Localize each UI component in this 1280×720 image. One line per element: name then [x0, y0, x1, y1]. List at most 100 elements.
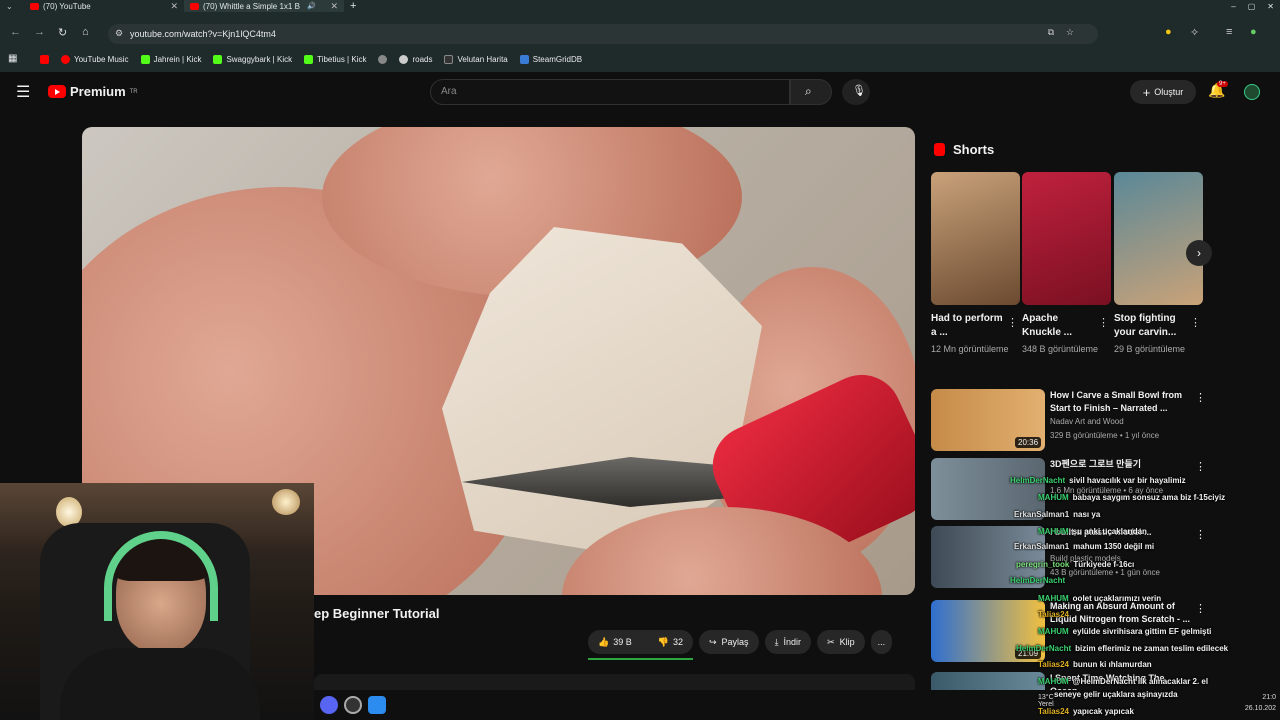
chat-text: eylülde sivrihisara gittim EF gelmişti: [1072, 627, 1212, 636]
tab-strip-spacer: [0, 12, 1280, 22]
video-title: ep Beginner Tutorial: [314, 606, 440, 621]
short-title[interactable]: Stop fighting your carvin...: [1114, 312, 1186, 340]
close-tab-icon[interactable]: ✕: [330, 1, 338, 12]
short-title[interactable]: Had to perform a ...: [931, 312, 1003, 340]
map-icon: [444, 54, 454, 64]
app-icon[interactable]: [368, 696, 386, 714]
search-button[interactable]: ⌕: [790, 79, 832, 105]
chat-username: MAHUM: [1038, 677, 1069, 686]
close-tab-icon[interactable]: ✕: [170, 1, 178, 12]
search-input[interactable]: Ara: [430, 79, 790, 105]
obs-icon[interactable]: [344, 696, 362, 714]
home-icon[interactable]: ⌂: [82, 26, 89, 38]
install-app-icon[interactable]: ⧉: [1048, 27, 1054, 38]
tab-search-button[interactable]: ⌄: [0, 0, 24, 12]
share-button[interactable]: ↪ Paylaş: [699, 630, 759, 654]
new-tab-button[interactable]: +: [344, 0, 362, 12]
minimize-window-button[interactable]: –: [1225, 0, 1241, 12]
chat-message: peregrin_took Türkiyede f-16cı: [1016, 560, 1134, 569]
site-info-icon[interactable]: ⚙: [115, 28, 123, 39]
recommended-video[interactable]: 20:36 How I Carve a Small Bowl from Star…: [931, 389, 1271, 451]
media-control-icon[interactable]: ≡: [1226, 26, 1232, 38]
bookmark-star-icon[interactable]: ☆: [1066, 27, 1074, 38]
browser-tab-video[interactable]: (70) Whittle a Simple 1x1 B 🔊 ✕: [184, 0, 344, 12]
system-clock[interactable]: 21:0 26.10.202: [1245, 692, 1276, 714]
shorts-heading: Shorts: [934, 142, 994, 157]
apps-grid-icon[interactable]: ▦: [8, 53, 17, 64]
browser-tab-strip: ⌄ (70) YouTube ✕ (70) Whittle a Simple 1…: [0, 0, 1280, 12]
youtube-premium-logo[interactable]: Premium TR: [48, 84, 138, 99]
discord-icon[interactable]: [320, 696, 338, 714]
youtube-favicon-icon: [190, 2, 199, 10]
youtube-icon: [40, 54, 49, 64]
browser-tab-youtube[interactable]: (70) YouTube ✕: [24, 0, 184, 12]
short-card[interactable]: Stop fighting your carvin... 29 B görünt…: [1114, 172, 1203, 356]
chat-message: HelmDerNacht sivil havacılık var bir haya…: [1010, 476, 1186, 485]
voice-search-button[interactable]: 🎙: [842, 79, 870, 105]
more-options-icon[interactable]: ⋮: [1190, 316, 1201, 329]
extensions-puzzle-icon[interactable]: ✧: [1190, 26, 1199, 39]
bookmark-tibetius-kick[interactable]: Tibetius | Kick: [304, 54, 366, 64]
webcam-lamp: [272, 489, 300, 515]
steamgriddb-icon: [519, 54, 529, 64]
channel-name[interactable]: Nadav Art and Wood: [1050, 417, 1124, 426]
shorts-next-button[interactable]: ›: [1186, 240, 1212, 266]
maximize-window-button[interactable]: ▢: [1242, 0, 1262, 12]
short-thumbnail[interactable]: [931, 172, 1020, 305]
chat-username: MAHUM: [1038, 493, 1069, 502]
more-options-icon[interactable]: ⋮: [1195, 391, 1206, 404]
bookmark-swaggybark-kick[interactable]: Swaggybark | Kick: [213, 54, 292, 64]
close-window-button[interactable]: ✕: [1261, 0, 1280, 12]
clip-button[interactable]: ✂ Klip: [817, 630, 865, 654]
short-thumbnail[interactable]: [1114, 172, 1203, 305]
extension-icon[interactable]: ●: [1165, 26, 1172, 38]
account-avatar[interactable]: [1244, 84, 1260, 100]
short-views: 29 B görüntüleme: [1114, 344, 1186, 354]
youtube-music-icon: [61, 54, 70, 64]
weather-widget[interactable]: 13°C Yerel: [1038, 694, 1054, 708]
globe-icon: [378, 54, 388, 64]
bookmark-youtube-music[interactable]: YouTube Music: [61, 54, 129, 64]
bookmark-label: roads: [412, 54, 433, 64]
share-label: Paylaş: [721, 637, 749, 647]
bookmark-youtube[interactable]: [40, 54, 49, 64]
more-actions-button[interactable]: ...: [870, 630, 893, 654]
logo-country: TR: [129, 88, 138, 95]
forward-icon[interactable]: →: [34, 26, 45, 38]
bookmark-roads[interactable]: roads: [399, 54, 433, 64]
thumbs-down-icon: 👎: [657, 636, 669, 647]
profile-avatar-icon[interactable]: ●: [1250, 26, 1257, 38]
description-box[interactable]: [314, 674, 915, 690]
youtube-header: ☰ Premium TR Ara ⌕ 🎙 + Oluştur 🔔 9+: [0, 72, 1280, 112]
short-title[interactable]: Apache Knuckle ...: [1022, 312, 1094, 340]
bookmark-jahrein-kick[interactable]: Jahrein | Kick: [140, 54, 201, 64]
kick-icon: [304, 54, 314, 64]
bookmark-velutan-harita[interactable]: Velutan Harita: [444, 54, 508, 64]
create-button[interactable]: + Oluştur: [1130, 80, 1196, 104]
short-thumbnail[interactable]: [1022, 172, 1111, 305]
more-options-icon[interactable]: ⋮: [1007, 316, 1018, 329]
short-card[interactable]: Apache Knuckle ... 348 B görüntüleme ⋮: [1022, 172, 1111, 356]
windows-taskbar: 13°C Yerel 21:0 26.10.202: [314, 690, 1280, 720]
menu-hamburger-icon[interactable]: ☰: [16, 82, 30, 102]
chat-username: ErkanSalman1: [1014, 510, 1070, 519]
notification-badge: 9+: [1217, 81, 1228, 87]
like-button[interactable]: 👍 39 B: [598, 637, 632, 648]
back-icon[interactable]: ←: [10, 26, 21, 38]
dislike-count: 32: [672, 636, 683, 647]
download-button[interactable]: ⤓ İndir: [764, 630, 812, 654]
bookmark-steamgriddb[interactable]: SteamGridDB: [519, 54, 582, 64]
tab-label: (70) YouTube: [43, 1, 91, 11]
speaker-icon[interactable]: 🔊: [307, 2, 316, 10]
reload-icon[interactable]: ↻: [58, 26, 67, 39]
action-bar: 👍 39 B 👎 32 ↪ Paylaş ⤓ İndir ✂ Klip ...: [588, 630, 893, 654]
logo-text: Premium: [70, 84, 126, 99]
chat-text: sivil havacılık var bir hayalimiz: [1069, 476, 1186, 485]
url-bar[interactable]: ⚙ youtube.com/watch?v=Kjn1lQC4tm4 ⧉ ☆: [108, 24, 1098, 44]
chat-username: ErkanSalman1: [1014, 542, 1070, 551]
bookmark-globe[interactable]: [378, 54, 388, 64]
more-options-icon[interactable]: ⋮: [1098, 316, 1109, 329]
short-card[interactable]: Had to perform a ... 12 Mn görüntüleme ⋮: [931, 172, 1020, 356]
video-title[interactable]: How I Carve a Small Bowl from Start to F…: [1050, 389, 1190, 415]
dislike-button[interactable]: 👎 32: [658, 637, 683, 648]
